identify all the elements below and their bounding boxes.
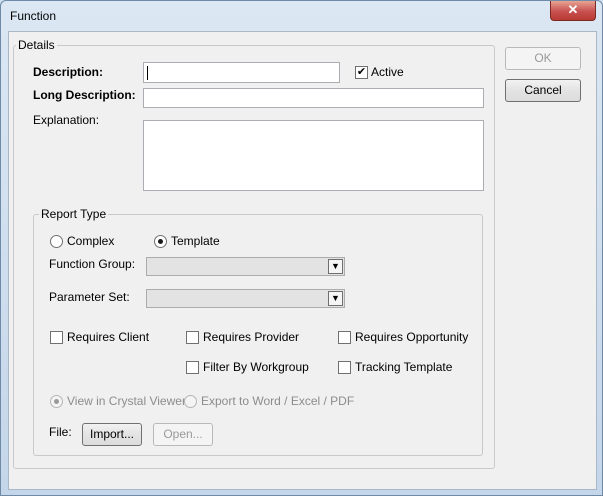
explanation-textarea[interactable] bbox=[143, 120, 484, 191]
view-in-crystal-label: View in Crystal Viewer bbox=[67, 394, 186, 408]
requires-opportunity-label: Requires Opportunity bbox=[355, 330, 469, 344]
details-group: Details Description: ✔ Active Long Descr… bbox=[13, 38, 495, 469]
filter-by-workgroup-label: Filter By Workgroup bbox=[203, 360, 309, 374]
requires-opportunity-checkbox[interactable] bbox=[338, 331, 351, 344]
active-label: Active bbox=[371, 65, 404, 79]
report-type-group-label: Report Type bbox=[39, 207, 109, 221]
text-cursor bbox=[147, 66, 148, 80]
requires-provider-checkbox[interactable] bbox=[186, 331, 199, 344]
function-dialog: Function ✕ Details Description: ✔ Active… bbox=[0, 0, 603, 496]
details-group-label: Details bbox=[16, 38, 57, 52]
chevron-down-icon[interactable]: ▼ bbox=[328, 291, 343, 306]
complex-radio[interactable] bbox=[50, 235, 63, 248]
export-label: Export to Word / Excel / PDF bbox=[201, 394, 355, 408]
dialog-body: Details Description: ✔ Active Long Descr… bbox=[8, 31, 597, 490]
filter-by-workgroup-checkbox[interactable] bbox=[186, 361, 199, 374]
ok-button[interactable]: OK bbox=[505, 47, 581, 70]
explanation-label: Explanation: bbox=[33, 113, 100, 127]
check-icon: ✔ bbox=[356, 66, 367, 78]
chevron-down-icon[interactable]: ▼ bbox=[328, 259, 343, 274]
description-label: Description: bbox=[33, 65, 104, 79]
requires-client-checkbox[interactable] bbox=[50, 331, 63, 344]
function-group-label: Function Group: bbox=[49, 257, 136, 271]
view-in-crystal-radio[interactable] bbox=[50, 395, 63, 408]
title-bar[interactable]: Function ✕ bbox=[1, 1, 602, 31]
template-label: Template bbox=[171, 234, 220, 248]
import-button[interactable]: Import... bbox=[82, 423, 142, 446]
complex-label: Complex bbox=[67, 234, 115, 248]
parameter-set-select[interactable]: ▼ bbox=[146, 289, 345, 308]
export-radio[interactable] bbox=[184, 395, 197, 408]
function-group-select[interactable]: ▼ bbox=[146, 257, 345, 276]
description-input[interactable] bbox=[143, 62, 340, 83]
report-type-group: Report Type Complex Template Function Gr… bbox=[33, 207, 483, 456]
requires-client-label: Requires Client bbox=[67, 330, 150, 344]
long-description-label: Long Description: bbox=[33, 88, 136, 102]
requires-provider-label: Requires Provider bbox=[203, 330, 300, 344]
active-checkbox[interactable]: ✔ bbox=[355, 66, 368, 79]
tracking-template-label: Tracking Template bbox=[355, 360, 453, 374]
close-button[interactable]: ✕ bbox=[550, 1, 596, 21]
close-icon: ✕ bbox=[567, 2, 579, 17]
long-description-input[interactable] bbox=[143, 88, 484, 108]
template-radio[interactable] bbox=[154, 235, 167, 248]
parameter-set-label: Parameter Set: bbox=[49, 290, 130, 304]
tracking-template-checkbox[interactable] bbox=[338, 361, 351, 374]
cancel-button[interactable]: Cancel bbox=[505, 79, 581, 102]
open-button[interactable]: Open... bbox=[153, 423, 213, 446]
window-title: Function bbox=[10, 9, 57, 23]
file-label: File: bbox=[49, 425, 72, 439]
